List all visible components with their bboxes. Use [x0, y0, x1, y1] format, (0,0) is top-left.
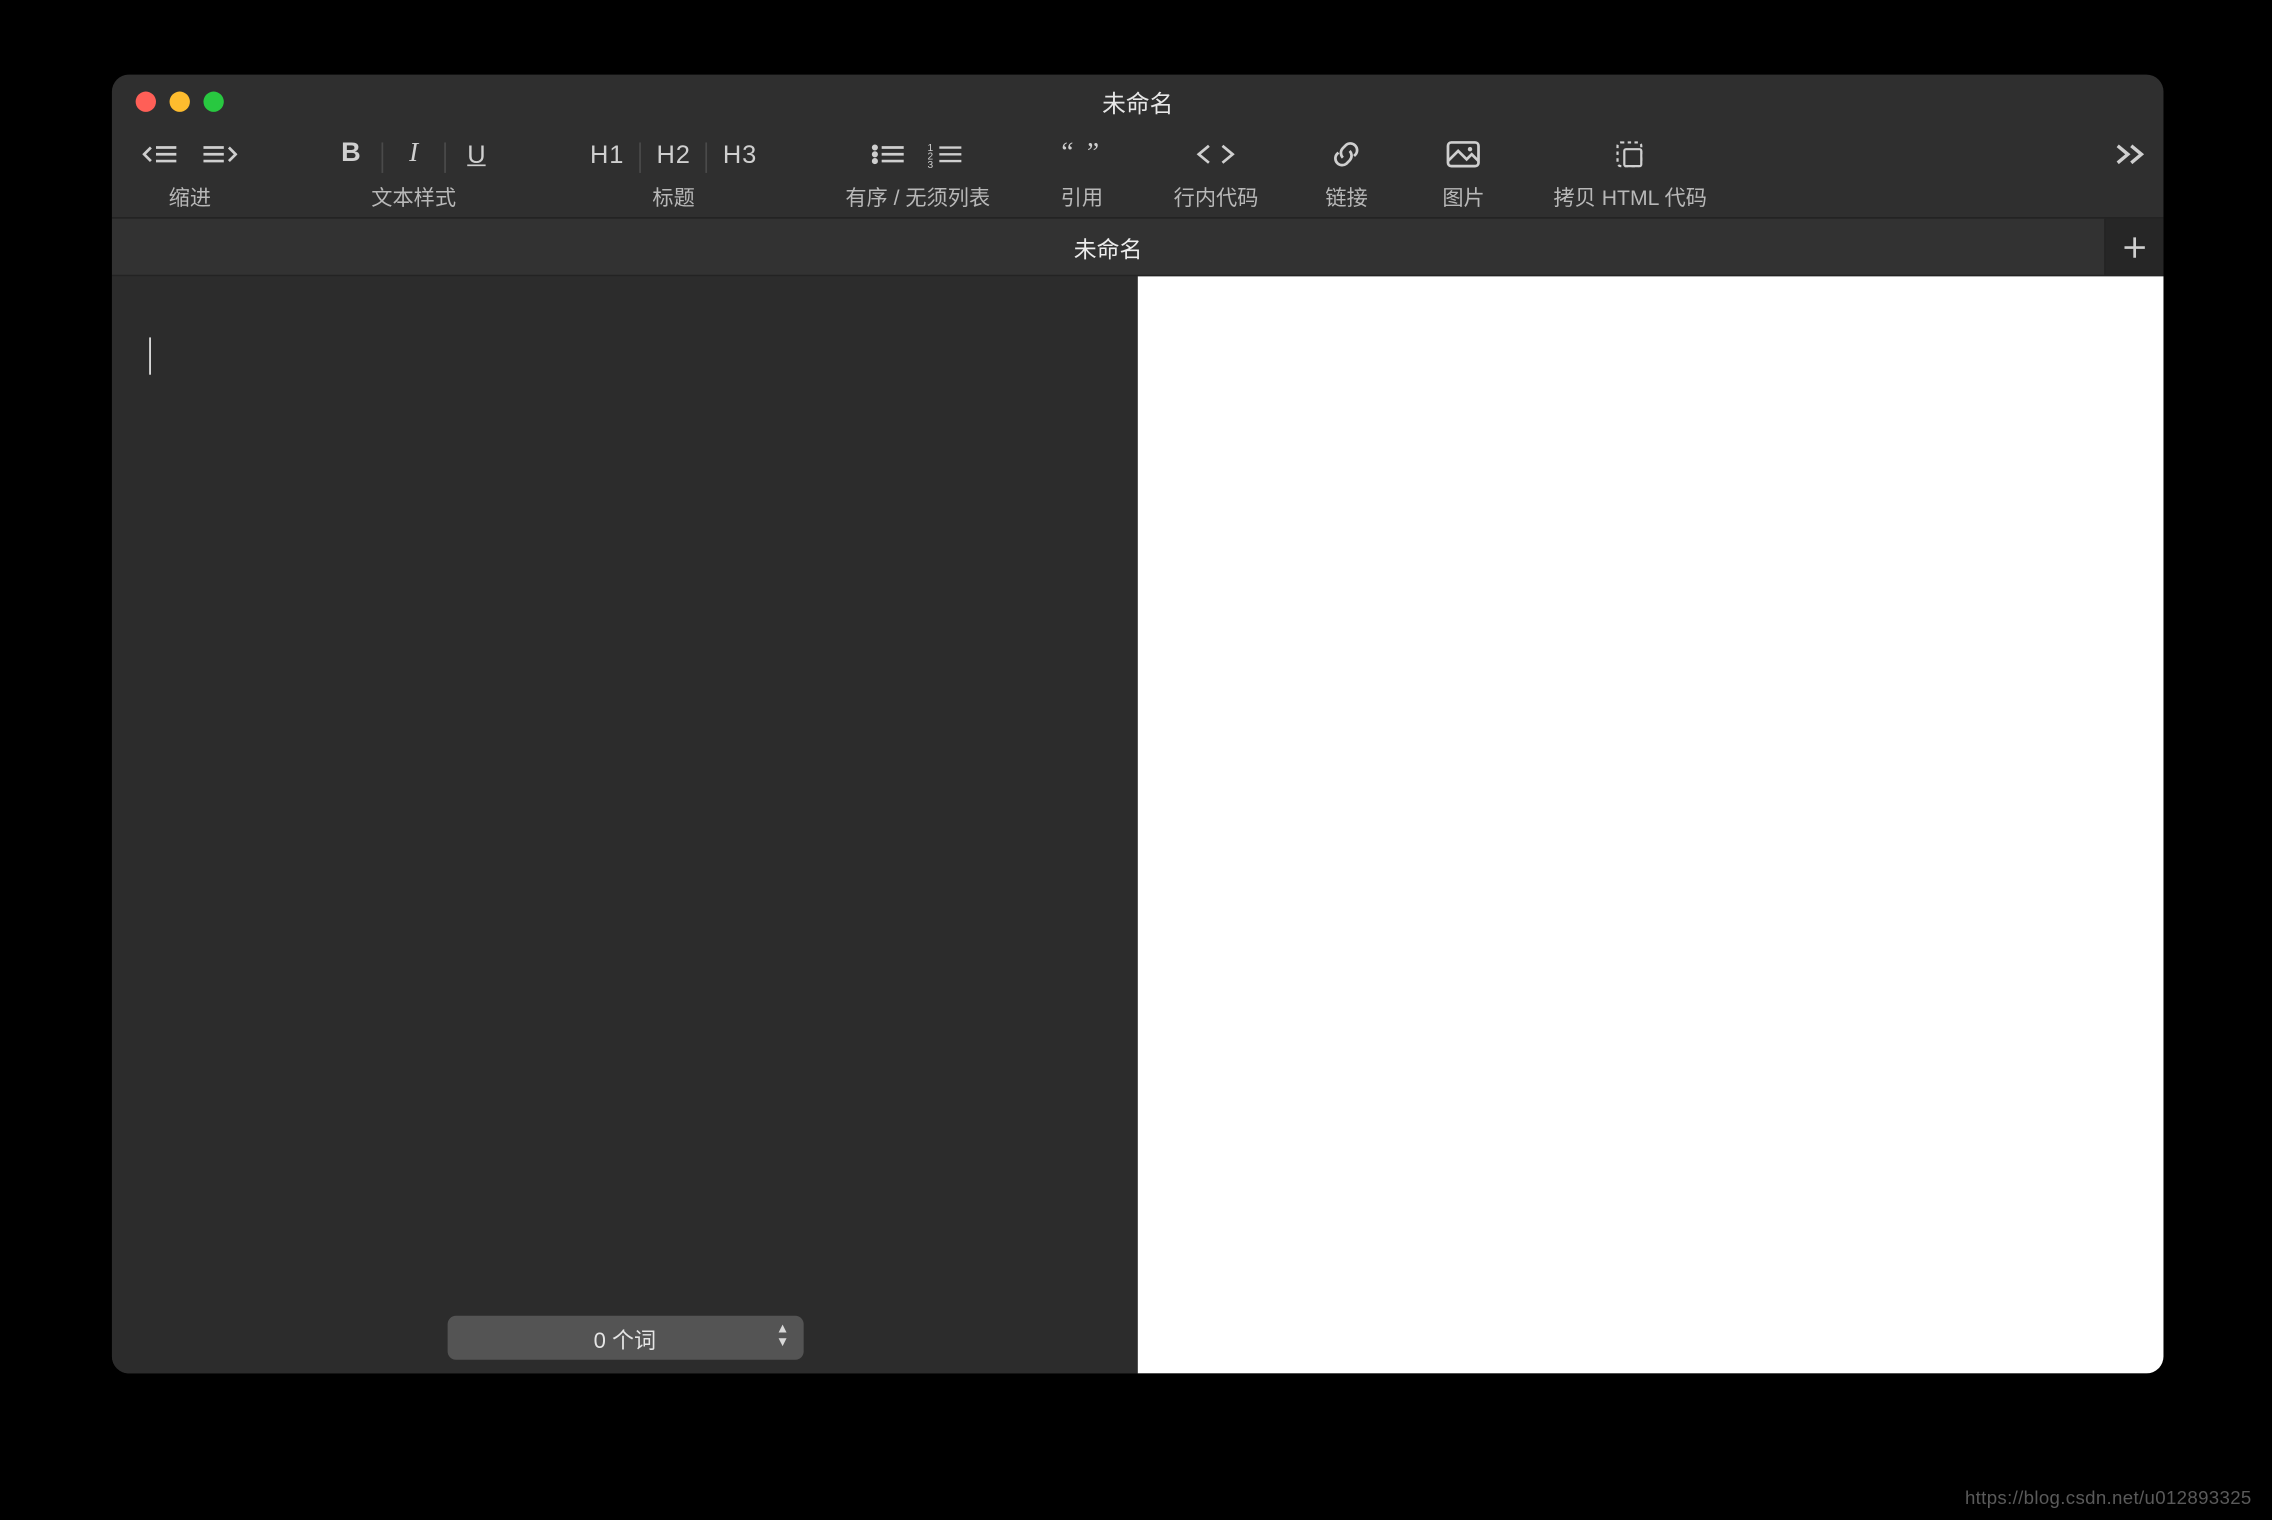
preview-pane [1138, 276, 2164, 1373]
traffic-lights [136, 92, 224, 112]
tab-label: 未命名 [1074, 230, 1143, 264]
divider [706, 142, 708, 173]
toolbar: 缩进 B I U 文本样式 H1 H2 [112, 132, 2164, 217]
h3-button[interactable]: H3 [713, 132, 768, 176]
text-cursor [149, 337, 151, 374]
app-window: 未命名 [112, 75, 2164, 1374]
fullscreen-button[interactable] [203, 92, 223, 112]
content-area: 0 个词 ▲▼ [112, 275, 2164, 1374]
image-label: 图片 [1442, 180, 1484, 212]
outdent-button[interactable] [132, 132, 190, 176]
close-button[interactable] [136, 92, 156, 112]
group-copy-html: 拷贝 HTML 代码 [1553, 132, 1706, 217]
group-image: 图片 [1435, 132, 1493, 217]
unordered-list-button[interactable] [860, 132, 918, 176]
link-button[interactable] [1319, 132, 1373, 176]
group-link: 链接 [1319, 132, 1373, 217]
indent-button[interactable] [190, 132, 248, 176]
group-textstyle: B I U 文本样式 [326, 132, 502, 217]
inline-code-button[interactable] [1184, 132, 1248, 176]
group-heading: H1 H2 H3 标题 [580, 132, 767, 217]
quote-label: 引用 [1061, 180, 1103, 212]
wordcount-text: 0 个词 [594, 1322, 656, 1354]
watermark-text: https://blog.csdn.net/u012893325 [1965, 1489, 2252, 1509]
editor-statusbar: 0 个词 ▲▼ [112, 1306, 1138, 1374]
quote-button[interactable]: “ ” [1051, 132, 1112, 176]
indent-label: 缩进 [169, 180, 211, 212]
textstyle-label: 文本样式 [371, 180, 456, 212]
divider [444, 142, 446, 173]
h2-button[interactable]: H2 [646, 132, 701, 176]
tab-untitled[interactable]: 未命名 [112, 219, 2106, 275]
new-tab-button[interactable] [2106, 219, 2164, 275]
h1-button[interactable]: H1 [580, 132, 635, 176]
window-title: 未命名 [1102, 86, 1173, 120]
minimize-button[interactable] [170, 92, 190, 112]
wordcount-selector[interactable]: 0 个词 ▲▼ [447, 1316, 803, 1360]
tabbar: 未命名 [112, 217, 2164, 275]
divider [381, 142, 383, 173]
group-list: 1 2 3 有序 / 无须列表 [845, 132, 990, 217]
bold-button[interactable]: B [326, 132, 377, 176]
titlebar: 未命名 [112, 75, 2164, 133]
quote-icon: “ ” [1061, 139, 1102, 170]
link-label: 链接 [1325, 180, 1367, 212]
svg-text:3: 3 [928, 160, 934, 168]
image-button[interactable] [1435, 132, 1493, 176]
group-quote: “ ” 引用 [1051, 132, 1112, 217]
stepper-icon: ▲▼ [776, 1323, 789, 1350]
divider [640, 142, 642, 173]
copy-html-button[interactable] [1603, 132, 1657, 176]
group-indent: 缩进 [132, 132, 247, 217]
underline-button[interactable]: U [451, 132, 502, 176]
code-label: 行内代码 [1174, 180, 1259, 212]
ordered-list-button[interactable]: 1 2 3 [918, 132, 976, 176]
editor-pane[interactable]: 0 个词 ▲▼ [112, 276, 1138, 1373]
heading-label: 标题 [652, 180, 694, 212]
list-label: 有序 / 无须列表 [845, 180, 990, 212]
group-code: 行内代码 [1174, 132, 1259, 217]
italic-button[interactable]: I [388, 132, 439, 176]
copy-html-label: 拷贝 HTML 代码 [1553, 180, 1706, 212]
toolbar-overflow-button[interactable] [2113, 132, 2150, 176]
